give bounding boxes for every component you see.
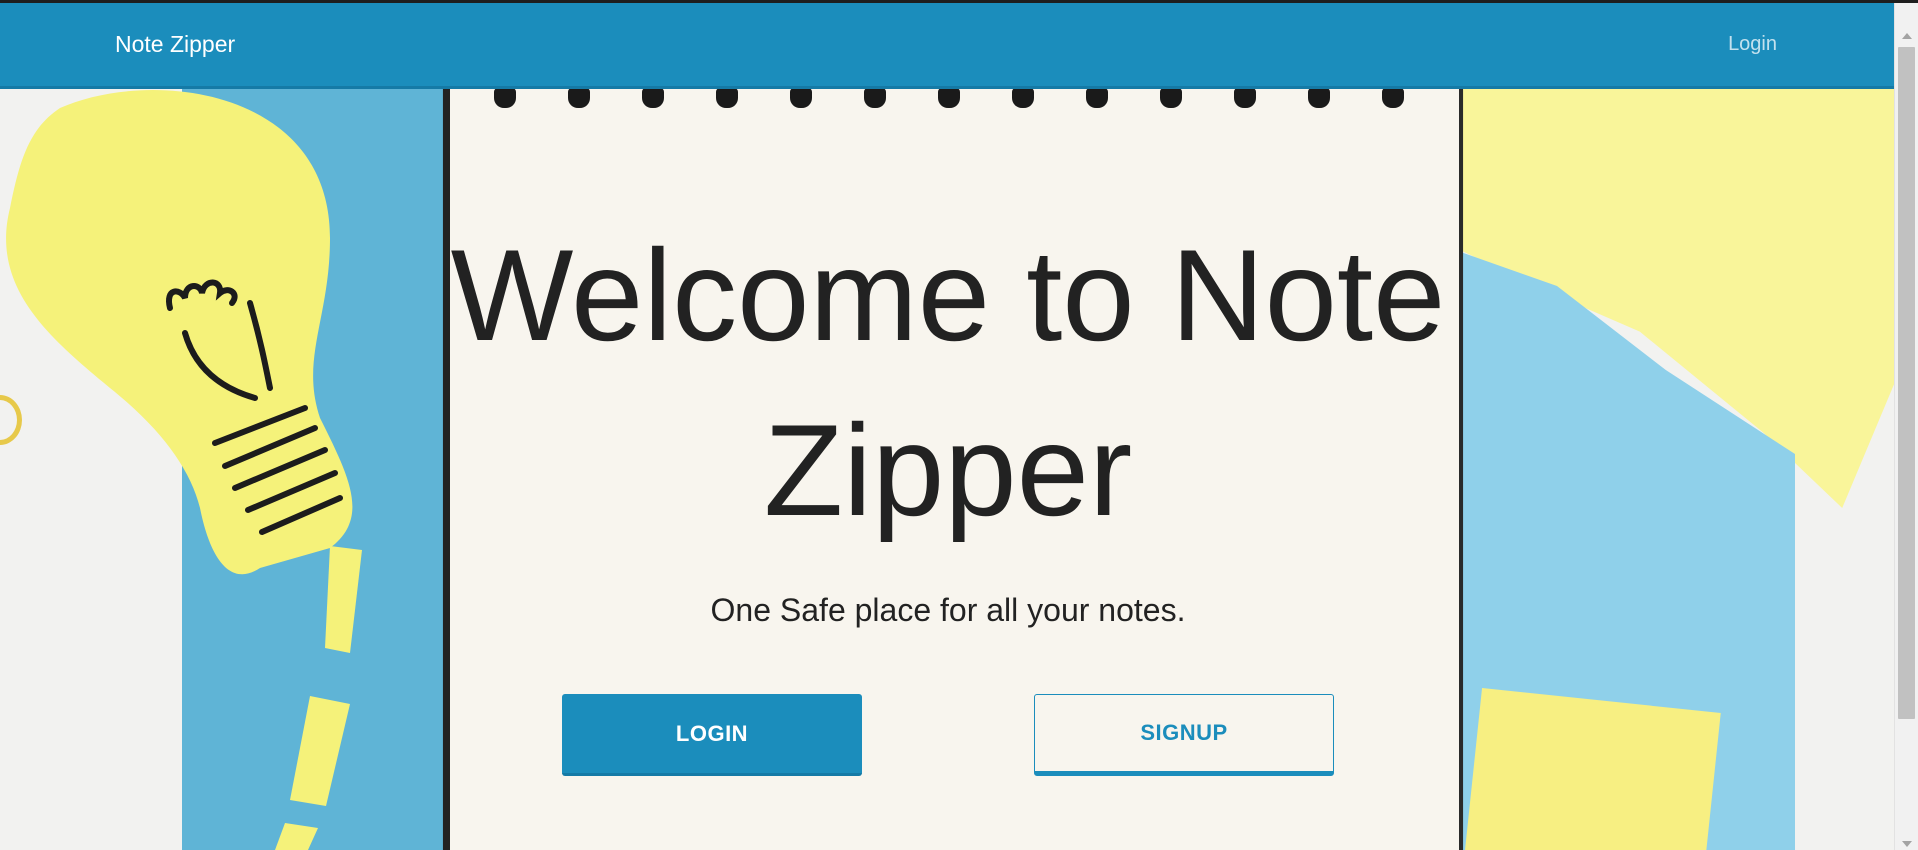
- spiral-ring: [1308, 88, 1330, 108]
- lightbulb-icon: [6, 90, 362, 850]
- page-title: Welcome to Note Zipper: [450, 222, 1446, 543]
- scrollbar-thumb[interactable]: [1898, 47, 1915, 719]
- hero-section: Welcome to Note Zipper One Safe place fo…: [443, 208, 1453, 629]
- bulb-dash: [325, 546, 362, 653]
- spiral-ring: [1086, 88, 1108, 108]
- navbar: Note Zipper Login: [0, 3, 1894, 89]
- window-top-border: [0, 0, 1918, 3]
- hero-buttons: LOGIN SIGNUP: [562, 694, 1334, 776]
- vertical-scrollbar[interactable]: [1894, 3, 1918, 850]
- spiral-ring: [1234, 88, 1256, 108]
- spiral-ring: [1012, 88, 1034, 108]
- spiral-ring: [716, 88, 738, 108]
- spiral-ring: [864, 88, 886, 108]
- spiral-ring: [938, 88, 960, 108]
- bulb-dash: [275, 823, 318, 850]
- spiral-ring: [1160, 88, 1182, 108]
- login-button[interactable]: LOGIN: [562, 694, 862, 776]
- spiral-ring: [790, 88, 812, 108]
- scroll-down-arrow-icon[interactable]: [1902, 841, 1912, 847]
- bulb-dash: [290, 696, 350, 806]
- bulb-shape: [6, 90, 353, 575]
- spiral-ring: [494, 88, 516, 108]
- spiral-ring: [642, 88, 664, 108]
- page-viewport: Note Zipper Login Welcome to Note Zipper…: [0, 0, 1894, 850]
- background-paper-yellow-bottom: [1463, 687, 1721, 850]
- spiral-ring: [1382, 88, 1404, 108]
- nav-login-link[interactable]: Login: [1728, 33, 1777, 56]
- brand-link[interactable]: Note Zipper: [115, 31, 235, 58]
- scroll-up-arrow-icon[interactable]: [1902, 33, 1912, 39]
- hero-subtitle: One Safe place for all your notes.: [710, 592, 1186, 628]
- signup-button[interactable]: SIGNUP: [1034, 694, 1334, 776]
- spiral-ring: [568, 88, 590, 108]
